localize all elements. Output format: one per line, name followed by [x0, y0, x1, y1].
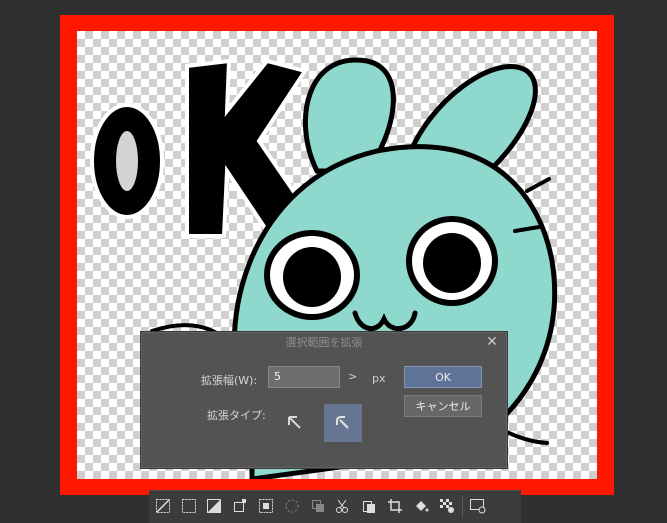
- crop-icon[interactable]: [384, 495, 405, 517]
- invert-selection-icon[interactable]: [178, 495, 199, 517]
- toolbar-separator: [462, 495, 463, 517]
- expand-type-label: 拡張タイプ:: [207, 409, 266, 422]
- dialog-title: 選択範囲を拡張: [285, 336, 363, 349]
- selection-toolbar: [149, 490, 521, 523]
- fill-icon[interactable]: [410, 495, 431, 517]
- expand-selection-dialog: 選択範囲を拡張 ✕ 拡張幅(W): 5 > px OK キャンセル 拡張タイプ:: [140, 331, 508, 469]
- fill-selection-icon[interactable]: [203, 495, 224, 517]
- deselect-icon[interactable]: [152, 495, 173, 517]
- unit-label: px: [372, 372, 386, 385]
- clear-outside-icon[interactable]: [436, 495, 457, 517]
- close-icon[interactable]: ✕: [485, 335, 499, 349]
- expand-width-label: 拡張幅(W):: [201, 374, 258, 387]
- select-layer-icon[interactable]: [255, 495, 276, 517]
- unit-chevron-icon[interactable]: >: [348, 370, 357, 383]
- paste-icon[interactable]: [358, 495, 379, 517]
- round-corner-icon: [336, 416, 349, 429]
- selection-settings-icon[interactable]: [467, 495, 488, 517]
- cancel-button[interactable]: キャンセル: [404, 395, 482, 417]
- expand-type-round-button[interactable]: [324, 404, 362, 442]
- ok-lettering: [90, 58, 310, 238]
- transform-selection-icon[interactable]: [229, 495, 250, 517]
- copy-selection-icon[interactable]: [307, 495, 328, 517]
- ok-button[interactable]: OK: [404, 366, 482, 388]
- expand-width-input[interactable]: 5: [268, 366, 340, 388]
- shrink-selection-icon[interactable]: [281, 495, 302, 517]
- cut-paste-icon[interactable]: [332, 495, 353, 517]
- expand-type-square-button[interactable]: [276, 404, 314, 442]
- square-corner-icon: [288, 416, 301, 429]
